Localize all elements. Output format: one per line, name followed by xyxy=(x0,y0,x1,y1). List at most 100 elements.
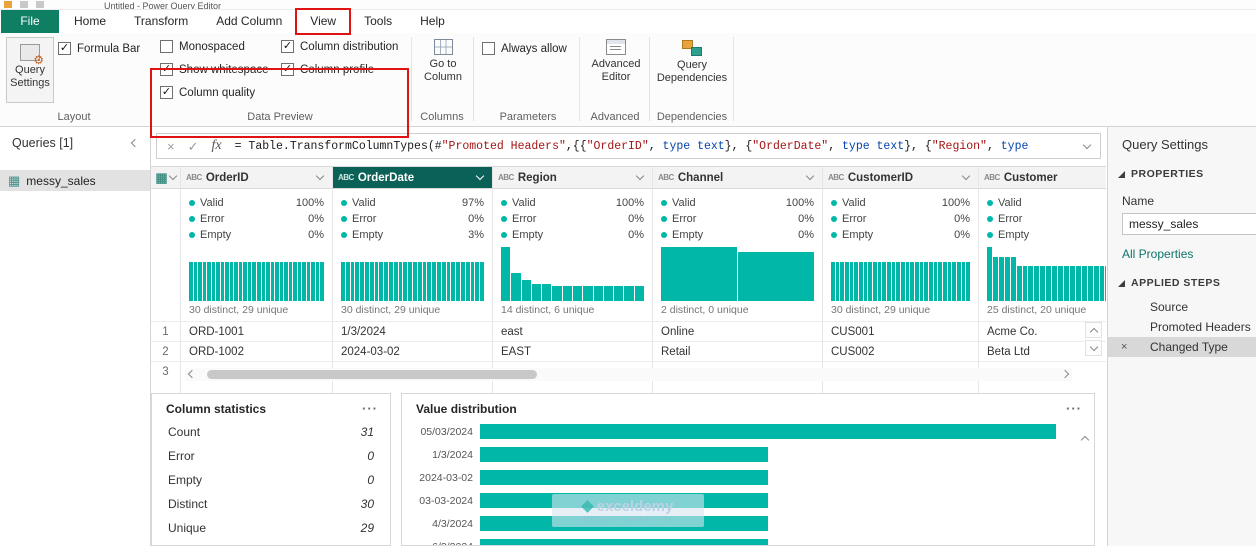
scroll-down-button[interactable] xyxy=(1085,340,1102,356)
checkbox-formula-bar[interactable]: ✓ Formula Bar xyxy=(58,42,140,55)
down-chevron-icon xyxy=(168,171,177,181)
checkbox-label: Column distribution xyxy=(300,40,399,53)
column-header-orderid[interactable]: ABC OrderID xyxy=(181,167,332,189)
panel-menu-icon[interactable]: ··· xyxy=(362,402,378,415)
quality-dot-icon xyxy=(661,232,667,238)
tab-view[interactable]: View xyxy=(297,10,349,33)
cancel-formula-icon[interactable]: × xyxy=(167,140,175,153)
column-filter-button[interactable] xyxy=(313,171,327,181)
formula-input[interactable]: = Table.TransformColumnTypes(#"Promoted … xyxy=(235,140,1071,153)
distribution-row: 1/3/2024 xyxy=(402,443,1094,466)
distribution-bar[interactable] xyxy=(480,470,768,485)
column-quality: Valid 100% Error 0% Empty 0% xyxy=(653,189,822,243)
checkbox-column-distribution[interactable]: ✓ Column distribution xyxy=(281,40,398,53)
tab-file[interactable]: File xyxy=(1,10,59,33)
cell[interactable]: EAST xyxy=(493,341,652,361)
query-dependencies-icon xyxy=(681,39,703,56)
histogram-bar xyxy=(220,262,225,301)
distribution-bar[interactable] xyxy=(480,493,768,508)
histogram-bar xyxy=(417,262,422,301)
column-filter-button[interactable] xyxy=(959,171,973,181)
checkbox-column-quality[interactable]: ✓ Column quality xyxy=(160,86,255,99)
save-icon[interactable] xyxy=(20,1,28,8)
applied-steps-section-header[interactable]: APPLIED STEPS xyxy=(1108,261,1256,289)
query-dependencies-button[interactable]: Query Dependencies xyxy=(656,39,728,85)
distribution-bar[interactable] xyxy=(480,539,768,545)
checkbox-box[interactable]: ✓ xyxy=(160,86,173,99)
column-quality: Valid Error Empty xyxy=(979,189,1106,243)
grid-horizontal-scrollbar[interactable] xyxy=(185,368,1072,381)
panel-menu-icon[interactable]: ··· xyxy=(1066,402,1082,415)
cell[interactable]: Retail xyxy=(653,341,822,361)
name-label: Name xyxy=(1122,194,1155,208)
tab-transform[interactable]: Transform xyxy=(121,10,201,33)
quality-dot-icon xyxy=(987,216,993,222)
commit-formula-icon[interactable]: ✓ xyxy=(188,140,199,153)
quality-dot-icon xyxy=(341,216,347,222)
column-filter-button[interactable] xyxy=(633,171,647,181)
checkbox-show-whitespace[interactable]: ✓ Show whitespace xyxy=(160,63,269,76)
cell[interactable]: ORD-1001 xyxy=(181,321,332,341)
query-item-messy_sales[interactable]: ▦ messy_sales xyxy=(0,170,150,191)
cell[interactable]: 1/3/2024 xyxy=(333,321,492,341)
column-header-region[interactable]: ABC Region xyxy=(493,167,652,189)
column-distribution-histogram xyxy=(493,243,652,301)
row-number[interactable]: 1 xyxy=(151,321,180,341)
histogram-bar xyxy=(225,262,229,301)
histogram-bar xyxy=(624,286,634,301)
query-settings-button[interactable]: Query Settings xyxy=(6,37,54,103)
collapse-pane-icon[interactable] xyxy=(130,138,140,148)
all-properties-link[interactable]: All Properties xyxy=(1108,235,1256,261)
column-filter-button[interactable] xyxy=(803,171,817,181)
redo-icon[interactable] xyxy=(36,1,44,8)
quality-valid: Valid 100% xyxy=(831,195,970,211)
expand-formula-bar-icon[interactable] xyxy=(1082,140,1092,149)
checkbox-box[interactable]: ✓ xyxy=(160,63,173,76)
checkbox-box[interactable]: ✓ xyxy=(281,40,294,53)
histogram-bar xyxy=(1040,266,1046,301)
properties-section-header[interactable]: PROPERTIES xyxy=(1108,152,1256,180)
checkbox-always-allow[interactable]: Always allow xyxy=(482,42,567,55)
checkbox-box[interactable]: ✓ xyxy=(281,63,294,76)
scrollbar-thumb[interactable] xyxy=(207,370,537,379)
distribution-bar[interactable] xyxy=(480,447,768,462)
advanced-editor-button[interactable]: Advanced Editor xyxy=(588,39,644,84)
row-number[interactable]: 2 xyxy=(151,341,180,361)
cell[interactable]: east xyxy=(493,321,652,341)
checkbox-box[interactable] xyxy=(482,42,495,55)
tab-tools[interactable]: Tools xyxy=(351,10,405,33)
queries-panel: Queries [1] ▦ messy_sales xyxy=(0,127,151,546)
select-all-corner[interactable]: ▦ xyxy=(151,167,180,189)
column-filter-button[interactable] xyxy=(473,171,487,181)
cell[interactable]: Online xyxy=(653,321,822,341)
delete-step-icon[interactable]: × xyxy=(1121,341,1127,353)
scroll-left-icon[interactable] xyxy=(187,369,197,379)
scroll-up-button[interactable] xyxy=(1085,322,1102,338)
cell[interactable]: ORD-1002 xyxy=(181,341,332,361)
column-header-customer[interactable]: ABC Customer xyxy=(979,167,1106,189)
scroll-right-icon[interactable] xyxy=(1060,369,1070,379)
query-name-input[interactable] xyxy=(1122,213,1256,235)
column-header-channel[interactable]: ABC Channel xyxy=(653,167,822,189)
column-header-orderdate[interactable]: ABC OrderDate xyxy=(333,167,492,189)
checkbox-box[interactable] xyxy=(160,40,173,53)
histogram-bar xyxy=(562,286,572,301)
applied-step-source[interactable]: Source xyxy=(1108,297,1256,317)
histogram-bar xyxy=(379,262,384,301)
column-header-customerid[interactable]: ABC CustomerID xyxy=(823,167,978,189)
cell[interactable]: CUS001 xyxy=(823,321,978,341)
cell[interactable]: 2024-03-02 xyxy=(333,341,492,361)
checkbox-monospaced[interactable]: Monospaced xyxy=(160,40,245,53)
cell[interactable]: CUS002 xyxy=(823,341,978,361)
tab-home[interactable]: Home xyxy=(61,10,119,33)
tab-add-column[interactable]: Add Column xyxy=(203,10,295,33)
applied-step-promoted-headers[interactable]: Promoted Headers xyxy=(1108,317,1256,337)
tab-help[interactable]: Help xyxy=(407,10,458,33)
checkbox-box[interactable]: ✓ xyxy=(58,42,71,55)
applied-step-changed-type[interactable]: × Changed Type xyxy=(1108,337,1256,357)
row-number[interactable]: 3 xyxy=(151,361,180,381)
distribution-bar[interactable] xyxy=(480,516,768,531)
checkbox-column-profile[interactable]: ✓ Column profile xyxy=(281,63,374,76)
distribution-bar[interactable] xyxy=(480,424,1056,439)
go-to-column-button[interactable]: Go to Column xyxy=(418,39,468,84)
